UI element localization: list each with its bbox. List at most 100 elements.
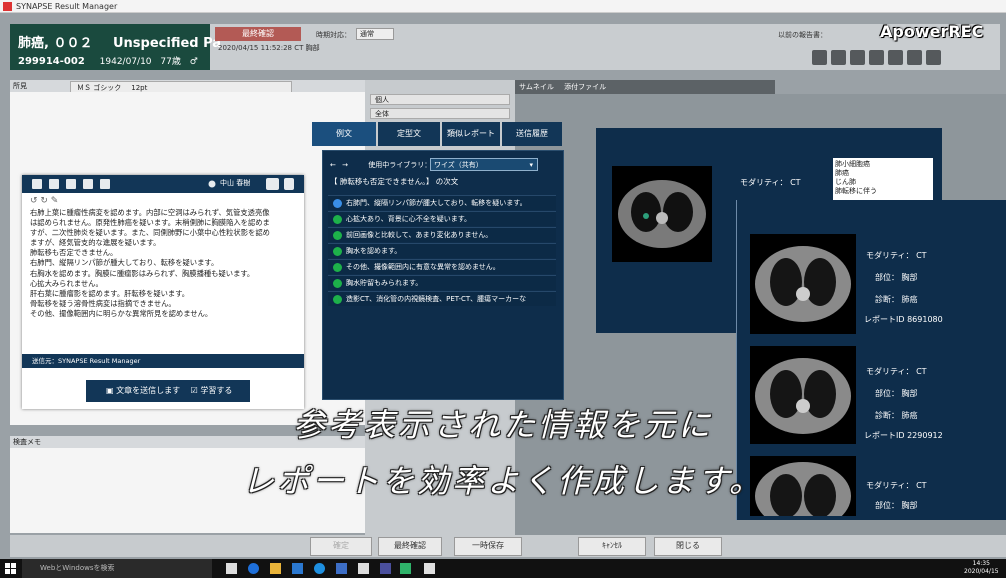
- findings-label: 所見: [13, 82, 27, 90]
- send-text-button[interactable]: ▣ 文章を送信します ☑ 学習する: [86, 380, 250, 402]
- tab-attachments[interactable]: 添付ファイル: [564, 83, 606, 91]
- template-item[interactable]: 胸水貯留もみられます。: [328, 275, 556, 290]
- mail-icon[interactable]: [336, 563, 347, 574]
- undo-redo-icons[interactable]: ↺ ↻ ✎: [30, 196, 58, 206]
- note-body[interactable]: 右肺上葉に腫瘤性病変を認めます。内部に空洞はみられず、気管支透亮像 は認められま…: [30, 208, 300, 319]
- synapse-icon[interactable]: [400, 563, 411, 574]
- edit-icon[interactable]: [812, 50, 827, 65]
- patient-sex-label: Unspecified Pa: [113, 36, 222, 51]
- pen-icon[interactable]: [831, 50, 846, 65]
- temp-save-button[interactable]: 一時保存: [454, 537, 522, 556]
- forward-arrow-icon[interactable]: →: [342, 161, 348, 169]
- store-icon[interactable]: [292, 563, 303, 574]
- card2-modality: モダリティ： CT: [866, 367, 927, 376]
- taskbar-search[interactable]: WebとWindowsを検索: [22, 559, 212, 578]
- document-icon[interactable]: [869, 50, 884, 65]
- subtitle-line-2: レポートを効率よく作成します。: [242, 462, 764, 500]
- unit-label: 時期対応：: [316, 31, 351, 39]
- dot-icon: [333, 263, 342, 272]
- template-item[interactable]: 前回画像と比較して、あまり変化ありません。: [328, 227, 556, 242]
- document-icon[interactable]: [424, 563, 435, 574]
- template-item[interactable]: 心拡大あり、背景に心不全を疑います。: [328, 211, 556, 226]
- template-item-text: 胸水貯留もみられます。: [346, 279, 423, 287]
- template-item-text: 前回画像と比較して、あまり変化ありません。: [346, 231, 493, 239]
- exam-info: 2020/04/15 11:52:28 CT 胸部: [218, 44, 320, 52]
- window-title: SYNAPSE Result Manager: [16, 2, 118, 11]
- final-status-badge: 最終確認: [215, 27, 301, 41]
- window-titlebar: SYNAPSE Result Manager: [0, 0, 1006, 13]
- dot-icon: [333, 295, 342, 304]
- send-icon: ▣: [106, 386, 117, 395]
- patient-name: 肺癌, ００２: [18, 36, 93, 51]
- modality-label: モダリティ： CT: [740, 178, 801, 187]
- selected-dot-icon: [333, 199, 342, 208]
- font-icon[interactable]: [926, 50, 941, 65]
- patient-header: 肺癌, ００２ Unspecified Pa 299914-002 1942/0…: [10, 24, 221, 70]
- patient-id: 299914-002: [18, 56, 85, 67]
- card1-report-id: レポートID 8691080: [864, 315, 943, 324]
- library-label: 使用中ライブラリ：: [368, 161, 432, 169]
- patient-info-row: 299914-002 1942/07/10 77歳 ♂: [18, 54, 198, 67]
- list-item[interactable]: 肺小細胞癌: [835, 160, 931, 169]
- recorder-watermark: ApowerREC: [880, 22, 984, 41]
- folder-icon[interactable]: [270, 563, 281, 574]
- template-item[interactable]: その他、撮像範囲内に有意な異常を認めません。: [328, 259, 556, 274]
- tab-send-history[interactable]: 送信履歴: [502, 122, 562, 146]
- final-confirm-button[interactable]: 最終確認: [378, 537, 442, 556]
- taskbar-clock[interactable]: 14:35 2020/04/15: [964, 560, 999, 576]
- font-select[interactable]: ＭＳ ゴシック: [71, 84, 121, 92]
- task-view-icon[interactable]: [226, 563, 237, 574]
- template-item[interactable]: 胸水を認めます。: [328, 243, 556, 258]
- template-item[interactable]: 右肺門、縦隔リンパ節が腫大しており、転移を疑います。: [328, 195, 556, 210]
- note-line: 心拡大みられません。: [30, 278, 103, 288]
- template-item-text: 右肺門、縦隔リンパ節が腫大しており、転移を疑います。: [346, 199, 527, 207]
- tab-examples[interactable]: 例文: [312, 122, 376, 146]
- app-icon[interactable]: [380, 563, 391, 574]
- send-label: 文章を送信します: [116, 386, 181, 395]
- confirm-button[interactable]: 確定: [310, 537, 372, 556]
- edge-icon[interactable]: [248, 563, 259, 574]
- plus-icon: [333, 231, 342, 240]
- clock-icon[interactable]: [850, 50, 865, 65]
- clock-time: 14:35: [972, 560, 990, 567]
- print-icon[interactable]: [888, 50, 903, 65]
- template-item-text: 心拡大あり、背景に心不全を疑います。: [346, 215, 472, 223]
- copy-icon[interactable]: [907, 50, 922, 65]
- list-item[interactable]: 肺転移に伴う: [835, 187, 931, 196]
- app-logo-icon: [3, 2, 12, 11]
- diagnosis-list[interactable]: 肺小細胞癌 肺癌 じん肺 肺転移に伴う: [833, 158, 933, 202]
- tab-fixed-phrases[interactable]: 定型文: [378, 122, 440, 146]
- library-select[interactable]: ワイズ（共有） ▾: [430, 158, 538, 171]
- thumbnail-tabs: サムネイル 添付ファイル: [515, 80, 775, 94]
- ct-image[interactable]: [612, 166, 712, 262]
- list-item[interactable]: 肺癌: [835, 169, 931, 178]
- note-line: ますが、経気管支的な進展を疑います。: [30, 238, 161, 248]
- template-item-text: その他、撮像範囲内に有意な異常を認めません。: [346, 263, 500, 271]
- note-line: 右肺上葉に腫瘤性病変を認めます。内部に空洞はみられず、気管支透亮像: [30, 208, 270, 217]
- ct-image[interactable]: [750, 234, 856, 334]
- ie-icon[interactable]: [314, 563, 325, 574]
- card1-part: 部位： 胸部: [875, 273, 918, 282]
- close-button[interactable]: 閉じる: [654, 537, 722, 556]
- library-value: ワイズ（共有）: [434, 161, 483, 169]
- tab-similar-reports[interactable]: 類似レポート: [442, 122, 500, 146]
- male-icon: ♂: [189, 57, 198, 67]
- list-item[interactable]: じん肺: [835, 178, 931, 187]
- note-line: 右胸水を認めます。胸膜に腫瘤影はみられず、胸膜播種も疑います。: [30, 268, 255, 278]
- scope-all[interactable]: 全体: [370, 108, 510, 119]
- scope-private[interactable]: 個人: [370, 94, 510, 105]
- tab-thumbnail[interactable]: サムネイル: [519, 83, 554, 91]
- template-item[interactable]: 造影CT、消化管の内視鏡検査、PET-CT、腫瘍マーカーな: [328, 291, 556, 306]
- note-footer: 送信元：SYNAPSE Result Manager: [22, 354, 304, 368]
- size-select[interactable]: 12pt: [121, 84, 147, 92]
- note-line: その他、撮像範囲内に明らかな異常所見を認めません。: [30, 308, 213, 318]
- unit-select[interactable]: 通常: [356, 28, 394, 40]
- back-arrow-icon[interactable]: ←: [330, 161, 336, 169]
- windows-start-icon[interactable]: [5, 563, 16, 574]
- cancel-button[interactable]: ｷｬﾝｾﾙ: [578, 537, 646, 556]
- app-icon[interactable]: [358, 563, 369, 574]
- learn-checkbox[interactable]: ☑: [191, 386, 198, 395]
- note-line: は認められません。原発性肺癌を疑います。末梢側肺に胸膜陥入を認めま: [30, 218, 270, 228]
- template-item-text: 胸水を認めます。: [346, 247, 402, 255]
- note-user: 中山 春樹: [220, 179, 251, 187]
